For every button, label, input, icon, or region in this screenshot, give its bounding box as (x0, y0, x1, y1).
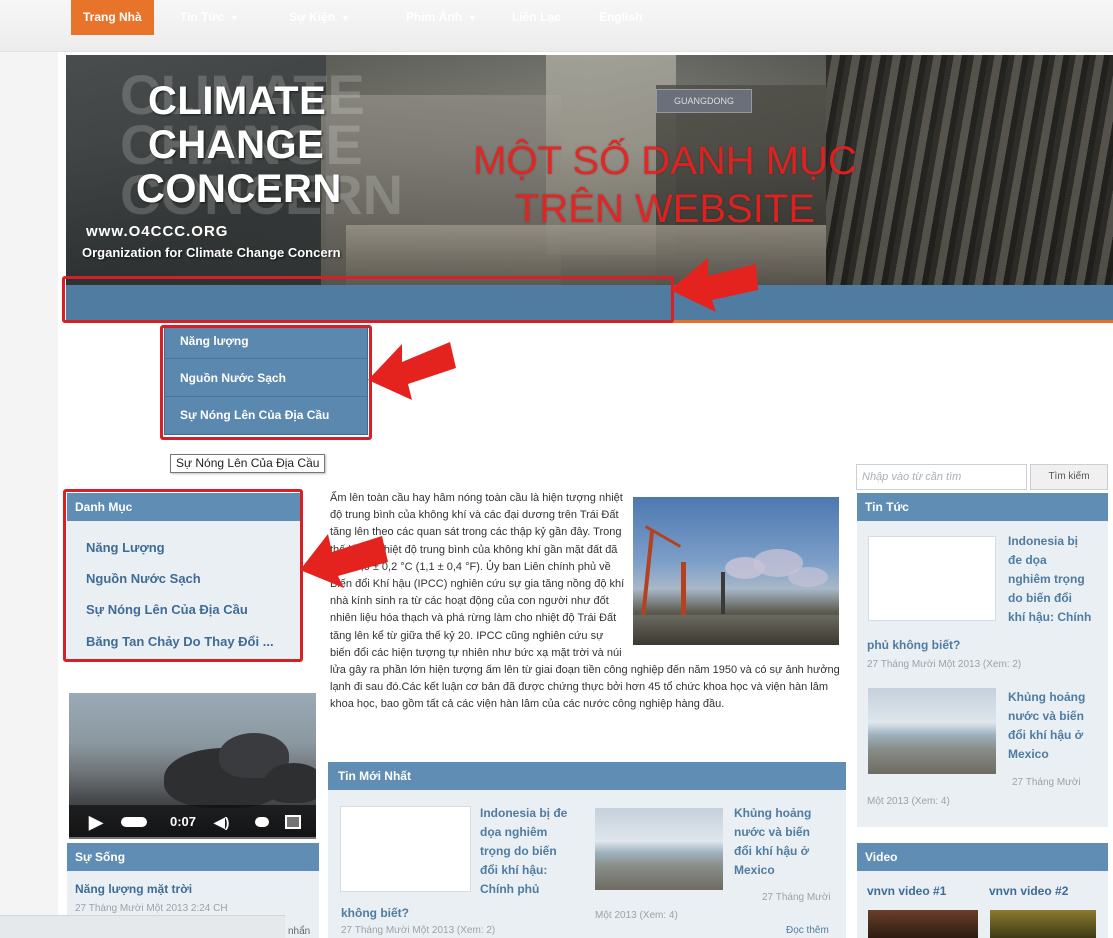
video-controls: ▶ 0:07 ◀) (69, 805, 316, 839)
video-frame-shape (264, 763, 316, 803)
banner-bg-ruins (826, 55, 1113, 285)
news-thumbnail-beach[interactable] (868, 688, 996, 774)
news-thumbnail[interactable] (868, 536, 996, 621)
arrow-icon (670, 258, 758, 312)
life-link-solar[interactable]: Năng lượng mặt trời (75, 882, 192, 896)
arrow-icon (300, 534, 388, 588)
logo-org-name: Organization for Climate Change Concern (82, 245, 341, 260)
latest-news-item-2-meta-a: 27 Tháng Mười (762, 892, 831, 903)
page: { "banner": { "logo_lines": ["CLIMATE", … (0, 0, 1113, 938)
life-link-meta: 27 Tháng Mười Một 2013 2:24 CH (75, 903, 228, 914)
nav-item-films[interactable]: Phim Ảnh ▼ (406, 0, 477, 35)
chevron-down-icon: ▼ (229, 13, 239, 23)
video-link-2[interactable]: vnvn video #2 (989, 884, 1068, 898)
news-thumbnail[interactable] (340, 806, 471, 892)
latest-news-item-2-title[interactable]: Khủng hoảng nước và biến đổi khí hậu ở M… (734, 804, 838, 880)
arrow-icon (368, 342, 456, 400)
read-more-link[interactable]: Đọc thêm (786, 925, 829, 936)
right-news-item-2-meta-b: Một 2013 (Xem: 4) (867, 796, 950, 807)
title-line: đe dọa (1008, 553, 1047, 567)
chevron-down-icon: ▼ (468, 13, 477, 23)
title-line: Mexico (734, 863, 775, 877)
nav-label: Trang Nhà (83, 10, 142, 24)
right-news-item-2-title[interactable]: Khủng hoảng nước và biến đổi khí hậu ở M… (1008, 688, 1108, 764)
latest-news-item-1-title[interactable]: Indonesia bị đe dọa nghiêm trọng do biến… (480, 804, 580, 899)
nav-item-news[interactable]: Tin Tức ▼ (180, 0, 239, 35)
nav-item-english[interactable]: English (599, 0, 642, 35)
title-line: nước và biến (1008, 709, 1084, 723)
right-news-item-1-title[interactable]: Indonesia bị đe dọa nghiêm trọng do biến… (1008, 532, 1108, 627)
title-line: trọng do biến (480, 844, 557, 858)
logo-line-1: CLIMATE (148, 79, 327, 123)
image-spacer (626, 490, 840, 650)
nav-label: Phim Ảnh (406, 10, 462, 24)
nav-label: Liên Lạc (512, 10, 561, 24)
video-time: 0:07 (170, 814, 197, 829)
life-section-header: Sự Sống (67, 843, 319, 871)
title-line: Chính phủ (480, 882, 540, 896)
search-input[interactable]: Nhập vào từ cần tìm (856, 464, 1027, 490)
nav-item-contact[interactable]: Liên Lạc (512, 0, 561, 35)
title-line: dọa nghiêm (480, 825, 548, 839)
title-line: Khủng hoảng (734, 806, 812, 820)
banner-sign: GUANGDONG (656, 89, 752, 113)
right-news-header: Tin Tức (857, 493, 1108, 521)
title-line: đổi khí hậu ở (1008, 728, 1084, 742)
latest-news-item-1-title-tail[interactable]: không biết? (341, 906, 409, 920)
nav-label: English (599, 10, 643, 24)
logo-url: www.O4CCC.ORG (86, 223, 229, 240)
title-line: nghiêm trọng (1008, 572, 1085, 586)
video-thumbnail-2[interactable] (990, 910, 1096, 938)
nav-label: Tin Tức (180, 10, 224, 24)
partial-text: nhẩn (288, 926, 311, 937)
right-news-item-1-meta: 27 Tháng Mười Một 2013 (Xem: 2) (867, 659, 1022, 670)
video-link-1[interactable]: vnvn video #1 (867, 884, 946, 898)
overlay-title-line-2: TRÊN WEBSITE (514, 187, 816, 231)
title-line: đổi khí hậu: (480, 863, 548, 877)
latest-news-header: Tin Mới Nhất (328, 762, 846, 790)
right-news-item-2-meta-a: 27 Tháng Mười (1012, 777, 1081, 788)
title-line: đổi khí hậu ở (734, 844, 810, 858)
latest-news-item-1-meta: 27 Tháng Mười Một 2013 (Xem: 2) (341, 925, 496, 936)
fullscreen-icon[interactable] (285, 805, 301, 839)
progress-handle[interactable] (121, 805, 147, 839)
article-text: Ấm lên toàn cầu hay hâm nóng toàn cầu là… (330, 490, 840, 714)
annotation-box-categories (63, 489, 303, 662)
right-news-item-1-title-tail[interactable]: phủ không biết? (867, 638, 960, 652)
title-line: Mexico (1008, 747, 1049, 761)
nav-item-events[interactable]: Sự Kiện ▼ (289, 0, 350, 35)
volume-icon[interactable]: ◀) (214, 805, 229, 839)
title-line: Khủng hoảng (1008, 690, 1086, 704)
title-line: Indonesia bị (1008, 534, 1079, 548)
logo-line-2: CHANGE (148, 123, 325, 167)
latest-news-item-2-meta-b: Một 2013 (Xem: 4) (595, 910, 678, 921)
annotation-box-dropdown (160, 325, 372, 440)
title-line: nước và biến (734, 825, 810, 839)
overlay-title-line-1: MỘT SỐ DANH MỤC (473, 139, 857, 183)
tooltip: Sự Nóng Lên Của Địa Cầu (170, 454, 326, 473)
chevron-down-icon: ▼ (341, 13, 350, 23)
logo-line-3: CONCERN (136, 167, 342, 211)
play-icon[interactable]: ▶ (89, 805, 103, 839)
news-thumbnail-beach[interactable] (595, 808, 723, 890)
title-line: Indonesia bị đe (480, 806, 568, 820)
annotation-box-nav (62, 276, 674, 323)
left-gutter (0, 52, 58, 938)
video-thumbnail-1[interactable] (868, 910, 978, 938)
bottom-overlay-bar (0, 915, 285, 938)
nav-label: Sự Kiện (289, 10, 336, 24)
title-line: do biến đổi (1008, 591, 1072, 605)
nav-item-home[interactable]: Trang Nhà (71, 0, 154, 35)
right-video-header: Video (857, 843, 1108, 871)
volume-slider[interactable] (255, 805, 269, 839)
search-button[interactable]: Tìm kiếm (1030, 464, 1108, 490)
title-line: khí hậu: Chính (1008, 610, 1092, 624)
